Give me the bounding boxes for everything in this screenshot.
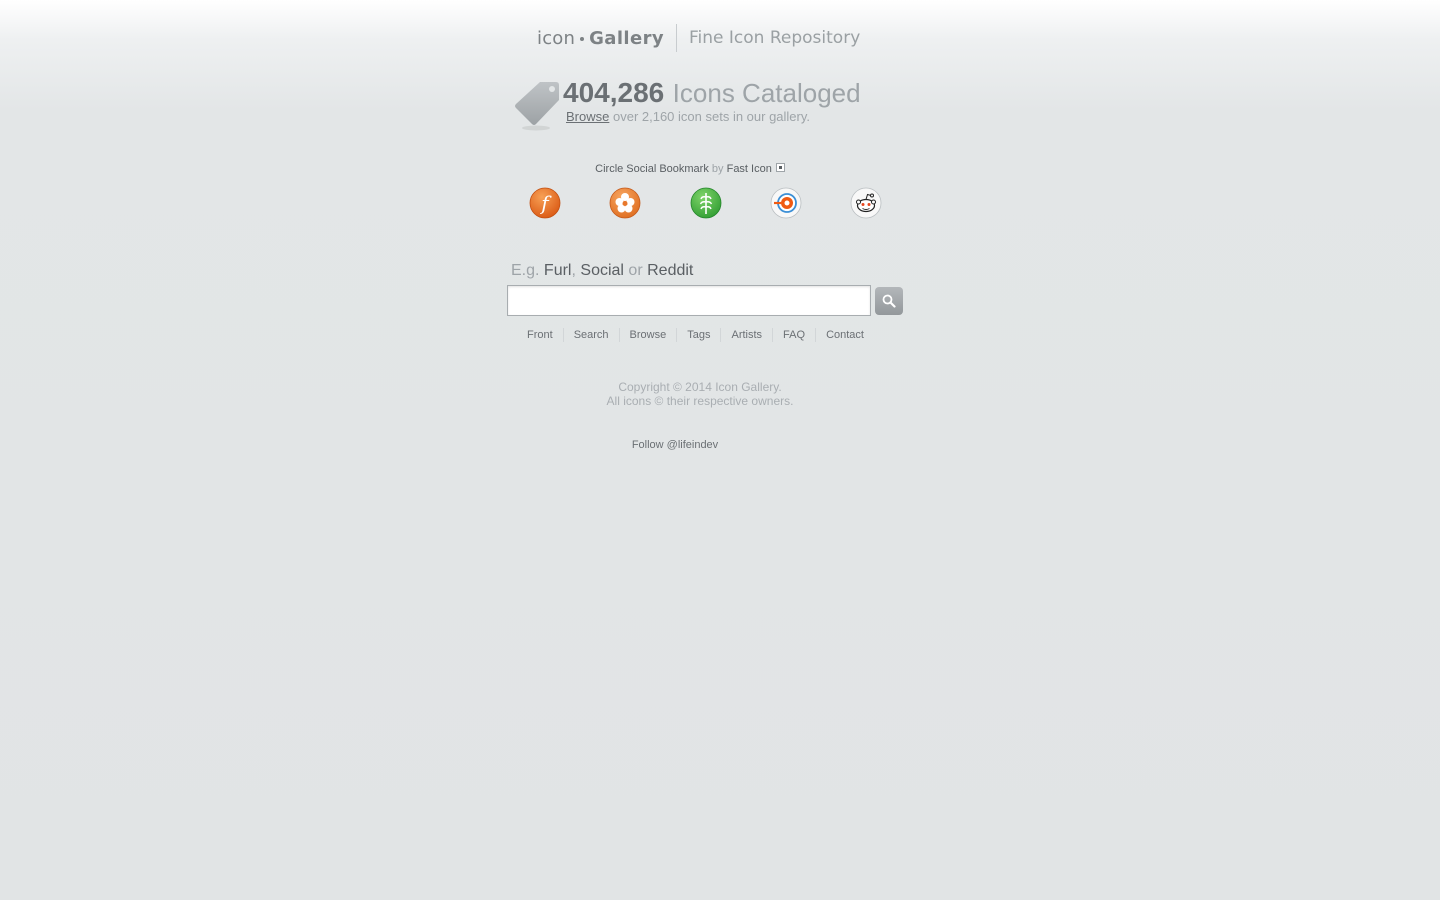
search-input[interactable] <box>507 285 871 316</box>
footer-nav: Front Search Browse Tags Artists FAQ Con… <box>517 327 874 343</box>
featured-icon-row: f <box>528 187 888 221</box>
by-word: by <box>711 163 724 175</box>
nav-browse[interactable]: Browse <box>618 328 677 342</box>
price-tag-icon <box>515 82 559 131</box>
nav-artists[interactable]: Artists <box>720 328 772 342</box>
featured-set-caption: Circle Social Bookmark by Fast Icon <box>500 163 880 175</box>
hint-keyword-reddit[interactable]: Reddit <box>647 262 693 279</box>
blinklist-icon[interactable] <box>770 187 802 219</box>
reddit-icon[interactable] <box>850 187 882 219</box>
icon-count: 404,286 <box>563 77 665 108</box>
hint-separator: , <box>571 262 576 279</box>
hint-prefix: E.g. <box>511 262 540 279</box>
magnifier-icon <box>882 294 896 308</box>
follow: Follow @lifeindev <box>500 439 850 451</box>
nav-tags[interactable]: Tags <box>676 328 720 342</box>
site-logo[interactable]: icon Gallery Fine Icon Repository <box>537 24 877 52</box>
logo-dot <box>580 37 585 41</box>
search-button[interactable] <box>875 287 903 315</box>
featured-artist-link[interactable]: Fast Icon <box>727 163 772 175</box>
follow-link[interactable]: Follow @lifeindev <box>632 439 718 451</box>
stats-count-line: 404,286 Icons Cataloged <box>563 78 861 113</box>
copyright-line-2: All icons © their respective owners. <box>606 394 794 408</box>
browse-suffix: over 2,160 icon sets in our gallery. <box>612 109 811 124</box>
nav-front[interactable]: Front <box>517 328 563 342</box>
icon-stats: 404,286 Icons Cataloged Browse over 2,16… <box>512 78 912 138</box>
ma-gnolia-icon[interactable] <box>609 187 641 219</box>
nav-faq[interactable]: FAQ <box>772 328 815 342</box>
logo-divider <box>676 24 678 52</box>
hint-keyword-social[interactable]: Social <box>580 262 624 279</box>
search-hint: E.g. Furl, Social or Reddit <box>511 262 693 280</box>
featured-set-link[interactable]: Circle Social Bookmark <box>595 163 709 175</box>
logo-gallery-word: Gallery <box>589 27 665 49</box>
external-link-icon[interactable] <box>775 163 785 172</box>
nav-contact[interactable]: Contact <box>815 328 874 342</box>
logo-icon-word: icon <box>537 27 576 49</box>
furl-icon[interactable]: f <box>529 187 561 219</box>
hint-or: or <box>628 262 643 279</box>
copyright: Copyright © 2014 Icon Gallery. All icons… <box>500 380 900 408</box>
nav-search[interactable]: Search <box>562 328 619 342</box>
copyright-line-1: Copyright © 2014 Icon Gallery. <box>618 380 782 394</box>
site-tagline: Fine Icon Repository <box>689 28 861 48</box>
icon-count-label: Icons Cataloged <box>672 78 861 108</box>
stats-subline: Browse over 2,160 icon sets in our galle… <box>566 109 810 124</box>
hint-keyword-furl[interactable]: Furl <box>544 262 572 279</box>
newsvine-icon[interactable] <box>690 187 722 219</box>
browse-link[interactable]: Browse <box>566 109 609 124</box>
